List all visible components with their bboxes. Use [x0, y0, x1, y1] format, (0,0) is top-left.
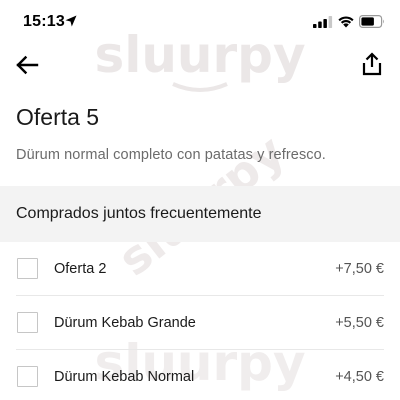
share-icon — [362, 52, 382, 76]
status-bar: 15:13 — [0, 0, 400, 44]
list-item[interactable]: Oferta 2 +7,50 € — [0, 242, 400, 296]
wifi-icon — [338, 16, 354, 28]
option-price: +4,50 € — [335, 369, 384, 385]
list-item[interactable]: Dürum Kebab Normal +4,50 € — [0, 350, 400, 400]
item-description: Dürum normal completo con patatas y refr… — [16, 147, 326, 163]
page-title: Oferta 5 — [16, 104, 100, 130]
share-button[interactable] — [357, 48, 387, 80]
section-title: Comprados juntos frecuentemente — [16, 205, 262, 222]
section-header: Comprados juntos frecuentemente — [0, 186, 400, 242]
list-item[interactable]: Dürum Kebab Grande +5,50 € — [0, 296, 400, 350]
option-name: Oferta 2 — [54, 261, 107, 277]
back-button[interactable] — [12, 50, 42, 80]
status-time: 15:13 — [23, 13, 65, 30]
arrow-left-icon — [16, 55, 39, 75]
checkbox[interactable] — [17, 312, 38, 333]
option-price: +5,50 € — [335, 315, 384, 331]
option-name: Dürum Kebab Normal — [54, 369, 195, 385]
cellular-signal-icon — [313, 16, 333, 28]
option-name: Dürum Kebab Grande — [54, 315, 196, 331]
battery-icon — [359, 15, 384, 28]
location-arrow-icon — [65, 15, 77, 27]
checkbox[interactable] — [17, 366, 38, 387]
option-list: Oferta 2 +7,50 € Dürum Kebab Grande +5,5… — [0, 242, 400, 400]
option-price: +7,50 € — [335, 261, 384, 277]
nav-bar — [0, 44, 400, 88]
checkbox[interactable] — [17, 258, 38, 279]
